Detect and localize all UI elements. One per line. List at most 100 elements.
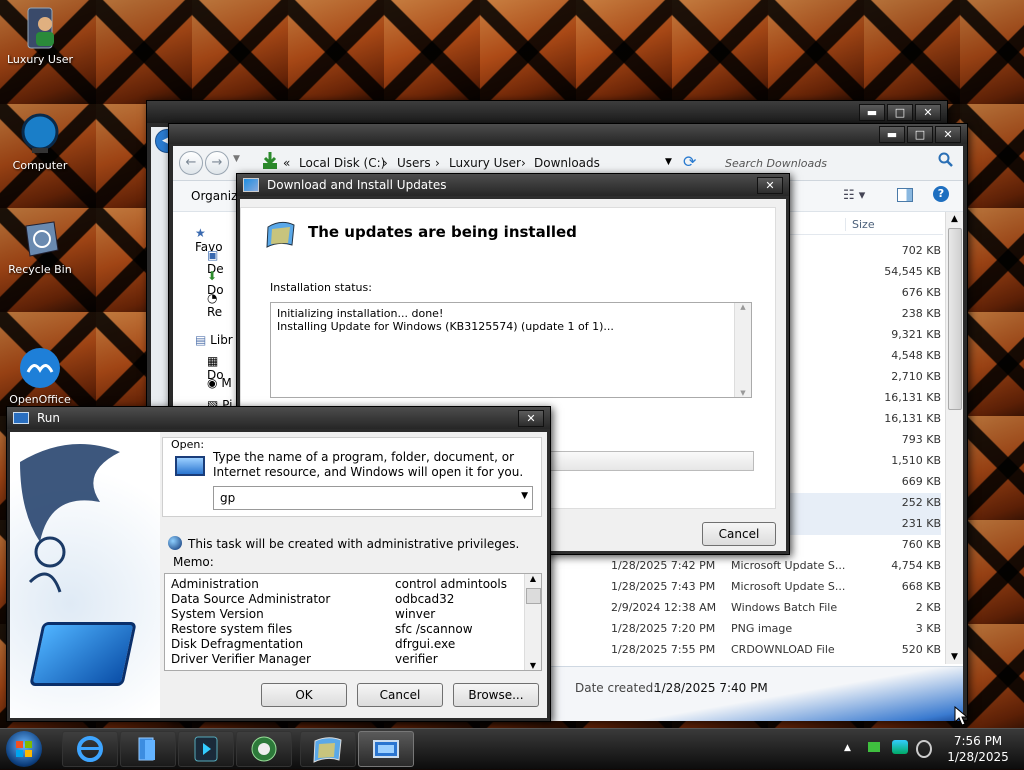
scroll-down-icon[interactable]: ▼ (735, 389, 751, 397)
maximize-button[interactable]: □ (907, 126, 933, 143)
scroll-up-icon[interactable]: ▲ (946, 214, 963, 224)
log-scrollbar[interactable]: ▲ ▼ (734, 303, 751, 397)
run-program-icon (175, 456, 205, 476)
view-options-icon[interactable]: ☷ ▾ (843, 188, 865, 203)
refresh-icon[interactable]: ⟳ (683, 152, 696, 171)
taskbar-run[interactable] (358, 731, 414, 767)
memo-item[interactable]: Driver Verifier Manager verifier (165, 652, 523, 667)
close-button[interactable]: ✕ (915, 104, 941, 121)
titlebar[interactable]: ▬ □ ✕ (147, 101, 947, 123)
status-log[interactable]: Initializing installation... done! Insta… (270, 302, 752, 398)
maximize-button[interactable]: □ (887, 104, 913, 121)
details-label: Date created: (575, 681, 658, 695)
memo-item-name: Data Source Administrator (171, 592, 331, 606)
start-button[interactable] (6, 731, 42, 767)
cell-date-modified: 1/28/2025 7:43 PM (611, 580, 716, 593)
cell-date-modified: 2/9/2024 12:38 AM (611, 601, 717, 614)
download-folder-icon (261, 151, 279, 174)
taskbar-network[interactable] (236, 731, 292, 767)
scroll-down-icon[interactable]: ▼ (525, 661, 541, 670)
breadcrumb-item[interactable]: Downloads (534, 156, 600, 170)
forward-icon[interactable]: → (205, 151, 229, 175)
dialog-body: Open: Type the name of a program, folder… (10, 432, 547, 718)
memo-item[interactable]: Administration control admintools (165, 577, 523, 592)
breadcrumb-prefix[interactable]: « (283, 156, 290, 170)
memo-scrollbar[interactable]: ▲ ▼ (524, 574, 541, 670)
memo-item[interactable]: Disk Defragmentation dfrgui.exe (165, 637, 523, 652)
help-icon[interactable]: ? (933, 186, 949, 202)
memo-list[interactable]: Administration control admintools Data Sou… (164, 573, 542, 671)
taskbar-explorer[interactable] (120, 731, 176, 767)
scroll-thumb[interactable] (948, 228, 962, 410)
cell-size: 1,510 KB (891, 454, 941, 467)
titlebar[interactable]: Run ✕ (7, 407, 550, 429)
windows-update-icon (264, 217, 298, 254)
memo-item-command: odbcad32 (395, 592, 455, 606)
folder-icon (138, 737, 155, 761)
media-player-icon (194, 736, 218, 762)
ok-button[interactable]: OK (261, 683, 347, 707)
clock-time[interactable]: 7:56 PM (938, 734, 1018, 748)
show-hidden-icons-button[interactable]: ▲ (844, 743, 851, 753)
desktop-icon-recycle-bin[interactable]: Recycle Bin (0, 216, 80, 276)
close-button[interactable]: ✕ (757, 177, 783, 194)
open-input[interactable]: gp (220, 491, 235, 505)
scroll-up-icon[interactable]: ▲ (735, 303, 751, 311)
cell-size: 793 KB (901, 433, 941, 446)
windows-update-icon (313, 737, 342, 763)
cell-size: 760 KB (901, 538, 941, 551)
recent-pages-icon[interactable]: ▼ (233, 154, 240, 164)
cell-size: 16,131 KB (884, 391, 941, 404)
action-center-flag-icon[interactable] (868, 742, 880, 752)
open-combobox[interactable]: gp ▼ (213, 486, 533, 510)
cell-size: 54,545 KB (884, 265, 941, 278)
scroll-thumb[interactable] (526, 588, 541, 604)
titlebar[interactable]: Download and Install Updates ✕ (237, 174, 789, 196)
memo-item[interactable]: Data Source Administrator odbcad32 (165, 592, 523, 607)
memo-item-command: sfc /scannow (395, 622, 473, 636)
memo-label: Memo: (173, 555, 214, 569)
breadcrumb-sep: › (383, 156, 388, 170)
clock-date[interactable]: 1/28/2025 (938, 750, 1018, 764)
address-dropdown-icon[interactable]: ▼ (665, 157, 672, 167)
cell-size: 252 KB (901, 496, 941, 509)
cancel-button[interactable]: Cancel (702, 522, 776, 546)
column-header-size[interactable]: Size (845, 218, 875, 231)
volume-tray-icon[interactable] (916, 740, 932, 758)
minimize-button[interactable]: ▬ (879, 126, 905, 143)
scroll-up-icon[interactable]: ▲ (525, 574, 541, 583)
cell-date-modified: 1/28/2025 7:20 PM (611, 622, 716, 635)
cell-type: Windows Batch File (731, 601, 838, 614)
scroll-down-icon[interactable]: ▼ (946, 652, 963, 662)
taskbar-internet-explorer[interactable] (62, 731, 118, 767)
search-icon[interactable] (938, 152, 954, 171)
memo-item-name: Driver Verifier Manager (171, 652, 311, 666)
run-dialog[interactable]: Run ✕ Open: Type the name of a program, … (6, 406, 551, 722)
cell-size: 238 KB (901, 307, 941, 320)
preview-pane-icon[interactable] (897, 188, 913, 202)
vertical-scrollbar[interactable]: ▲ ▼ (945, 212, 963, 664)
desktop-icon-user[interactable]: Luxury User (0, 6, 80, 66)
open-label: Open: (171, 438, 205, 451)
search-input[interactable]: Search Downloads (725, 157, 827, 170)
desktop-icon-computer[interactable]: Computer (0, 112, 80, 172)
close-button[interactable]: ✕ (518, 410, 544, 427)
memo-item[interactable]: Restore system files sfc /scannow (165, 622, 523, 637)
organize-menu[interactable]: Organiz (191, 189, 237, 203)
browse-button[interactable]: Browse... (453, 683, 539, 707)
memo-item-name: Restore system files (171, 622, 293, 636)
titlebar[interactable]: ▬ □ ✕ (169, 124, 967, 144)
minimize-button[interactable]: ▬ (859, 104, 885, 121)
memo-item[interactable]: System Version winver (165, 607, 523, 622)
cell-type: CRDOWNLOAD File (731, 643, 835, 656)
close-button[interactable]: ✕ (935, 126, 961, 143)
cancel-button[interactable]: Cancel (357, 683, 443, 707)
breadcrumb-item[interactable]: Users (397, 156, 431, 170)
breadcrumb-item[interactable]: Luxury User (449, 156, 521, 170)
breadcrumb-item[interactable]: Local Disk (C:) (299, 156, 385, 170)
network-tray-icon[interactable] (892, 740, 908, 754)
back-icon[interactable]: ← (179, 151, 203, 175)
taskbar-windows-update[interactable] (300, 731, 356, 767)
taskbar-media-player[interactable] (178, 731, 234, 767)
chevron-down-icon[interactable]: ▼ (521, 491, 528, 501)
